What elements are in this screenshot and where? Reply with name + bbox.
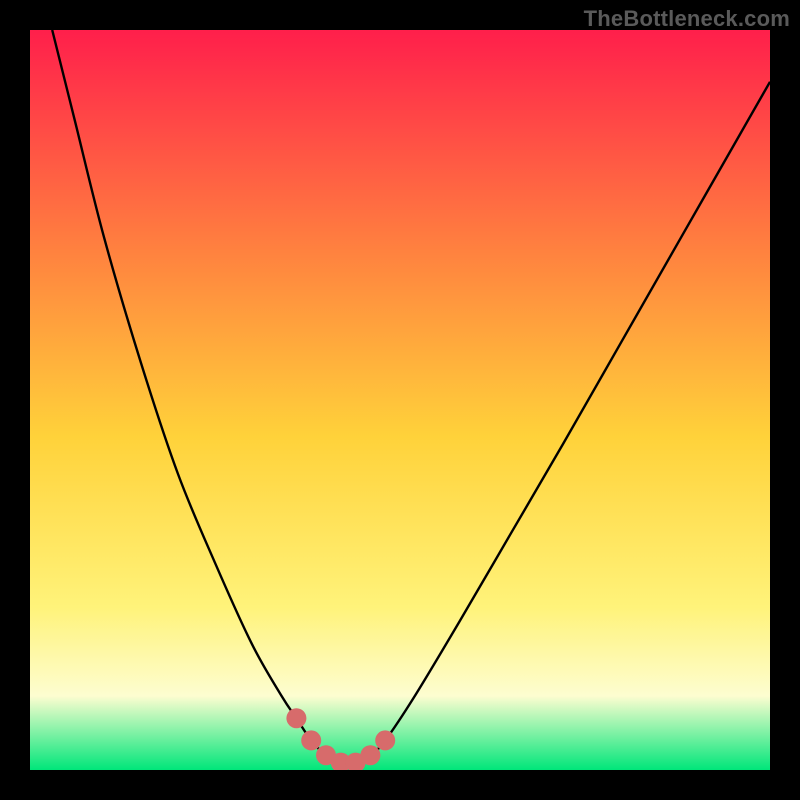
curve-marker (360, 745, 380, 765)
gradient-bg (30, 30, 770, 770)
chart-frame: TheBottleneck.com (0, 0, 800, 800)
curve-marker (301, 730, 321, 750)
chart-svg (30, 30, 770, 770)
curve-marker (375, 730, 395, 750)
bottleneck-chart (30, 30, 770, 770)
curve-marker (286, 708, 306, 728)
attribution-text: TheBottleneck.com (584, 6, 790, 32)
